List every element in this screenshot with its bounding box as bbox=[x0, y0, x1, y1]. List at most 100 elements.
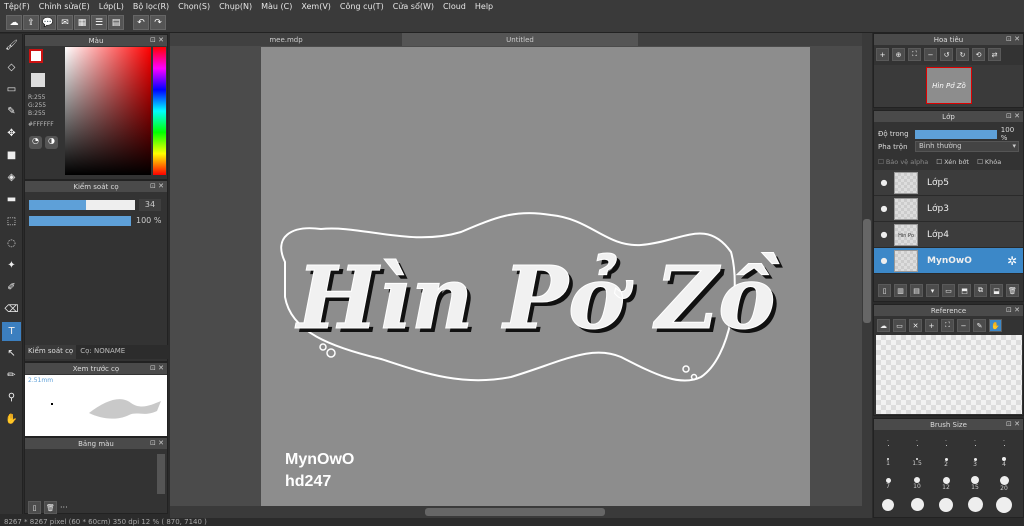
new-halftone-layer-icon[interactable]: ▥ bbox=[894, 284, 907, 297]
redo-icon[interactable]: ↷ bbox=[150, 15, 166, 30]
protect-alpha-checkbox[interactable]: ☐ bbox=[878, 158, 884, 166]
new-8bit-layer-icon[interactable]: ▤ bbox=[910, 284, 923, 297]
layer-opacity-slider[interactable] bbox=[914, 129, 997, 139]
move-tool-icon[interactable]: ✥ bbox=[2, 124, 21, 143]
panel-close-icon[interactable]: ⊡ ✕ bbox=[150, 364, 164, 372]
layer-row[interactable]: ●Hin Po Zo Lớp4 bbox=[874, 222, 1023, 248]
gradient-tool-icon[interactable]: ▬ bbox=[2, 190, 21, 209]
background-swatch[interactable] bbox=[31, 73, 45, 87]
palette-more[interactable]: ··· bbox=[60, 503, 68, 512]
palette-scrollbar[interactable] bbox=[157, 454, 165, 494]
reset-rotate-icon[interactable]: ⟲ bbox=[972, 48, 985, 61]
layer-row[interactable]: ● Lớp5 bbox=[874, 170, 1023, 196]
menu-item[interactable]: Chọn(S) bbox=[178, 2, 210, 11]
fit-screen-icon[interactable]: ⛶ bbox=[908, 48, 921, 61]
brush-size-cell[interactable]: 4 bbox=[991, 452, 1017, 473]
rect-select-tool-icon[interactable]: ▭ bbox=[2, 80, 21, 99]
hand-tool-icon[interactable]: ✋ bbox=[2, 410, 21, 429]
color-wheel-icon[interactable]: ◔ bbox=[29, 136, 42, 149]
eye-icon[interactable]: ● bbox=[874, 256, 894, 265]
gear-icon[interactable]: ✲ bbox=[1007, 254, 1017, 268]
panel-close-icon[interactable]: ⊡ ✕ bbox=[150, 182, 164, 190]
brush-size-cell[interactable]: 1.5 bbox=[904, 452, 930, 473]
tab-brush-control[interactable]: Kiểm soát cọ bbox=[25, 345, 77, 359]
fill-rect-tool-icon[interactable]: ■ bbox=[2, 146, 21, 165]
menu-item[interactable]: Chỉnh sửa(E) bbox=[39, 2, 90, 11]
eraser-tool-icon[interactable]: ◇ bbox=[2, 58, 21, 77]
horizontal-scrollbar[interactable] bbox=[170, 506, 862, 518]
navigator-thumbnail[interactable]: Hìn Pở Zồ bbox=[874, 65, 1023, 107]
tab-document-1[interactable]: mee.mdp bbox=[170, 33, 402, 46]
brush-size-cell[interactable] bbox=[875, 494, 901, 515]
brush-size-cell[interactable] bbox=[991, 494, 1017, 515]
brush-size-cell[interactable] bbox=[933, 494, 959, 515]
close-icon[interactable]: ✕ bbox=[909, 319, 922, 332]
select-pen-icon[interactable]: ✐ bbox=[2, 278, 21, 297]
undo-icon[interactable]: ↶ bbox=[133, 15, 149, 30]
menu-item[interactable]: Xem(V) bbox=[301, 2, 331, 11]
panel-close-icon[interactable]: ⊡ ✕ bbox=[1006, 35, 1020, 43]
brush-opacity-slider[interactable] bbox=[29, 216, 131, 226]
delete-palette-icon[interactable]: 🗑 bbox=[44, 501, 57, 514]
brush-size-cell[interactable]: 1 bbox=[875, 452, 901, 473]
drawing-canvas[interactable]: Hìn Pở Zồ Hìn Pở Zồ MynOwO hd247 bbox=[261, 47, 810, 506]
new-folder-dropdown-icon[interactable]: ▾ bbox=[926, 284, 939, 297]
magic-wand-icon[interactable]: ✦ bbox=[2, 256, 21, 275]
cloud-download-icon[interactable]: ☁ bbox=[877, 319, 890, 332]
reference-canvas[interactable] bbox=[876, 335, 1022, 414]
export-icon[interactable]: ⇪ bbox=[23, 15, 39, 30]
merge-down-icon[interactable]: ⬒ bbox=[958, 284, 971, 297]
zoom-out-icon[interactable]: − bbox=[924, 48, 937, 61]
select-eraser-icon[interactable]: ⌫ bbox=[2, 300, 21, 319]
brush-size-cell[interactable]: · bbox=[904, 431, 930, 452]
list-icon[interactable]: ☰ bbox=[91, 15, 107, 30]
brush-size-cell[interactable] bbox=[962, 494, 988, 515]
eye-icon[interactable]: ● bbox=[874, 204, 894, 213]
rotate-right-icon[interactable]: ↻ bbox=[956, 48, 969, 61]
layout-icon[interactable]: ▤ bbox=[108, 15, 124, 30]
new-palette-icon[interactable]: ▯ bbox=[28, 501, 41, 514]
brush-size-cell[interactable]: · bbox=[962, 431, 988, 452]
tab-document-2[interactable]: Untitled bbox=[402, 33, 638, 46]
vertical-scrollbar[interactable] bbox=[862, 33, 872, 518]
eye-icon[interactable]: ● bbox=[874, 178, 894, 187]
menu-item[interactable]: Bộ lọc(R) bbox=[133, 2, 169, 11]
flip-icon[interactable]: ⇄ bbox=[988, 48, 1001, 61]
zoom-in-icon[interactable]: + bbox=[876, 48, 889, 61]
brush-size-value[interactable]: 34 bbox=[139, 199, 161, 211]
menu-item[interactable]: Màu (C) bbox=[261, 2, 292, 11]
menu-item[interactable]: Chụp(N) bbox=[219, 2, 252, 11]
hue-slider[interactable] bbox=[153, 47, 166, 175]
menu-item[interactable]: Tệp(F) bbox=[4, 2, 30, 11]
panel-close-icon[interactable]: ⊡ ✕ bbox=[1006, 112, 1020, 120]
brush-size-cell[interactable]: · bbox=[991, 431, 1017, 452]
bucket-tool-icon[interactable]: ◈ bbox=[2, 168, 21, 187]
clipping-checkbox[interactable]: ☐ bbox=[936, 158, 942, 166]
brush-size-slider[interactable] bbox=[29, 200, 135, 210]
brush-size-cell[interactable]: 3 bbox=[962, 452, 988, 473]
select-tool-icon[interactable]: ⬚ bbox=[2, 212, 21, 231]
layer-row-selected[interactable]: ● MynOwO ✲ bbox=[874, 248, 1023, 274]
color-set-icon[interactable]: ◑ bbox=[45, 136, 58, 149]
brush-size-cell[interactable]: · bbox=[875, 431, 901, 452]
brush-size-cell[interactable]: · bbox=[933, 431, 959, 452]
lock-checkbox[interactable]: ☐ bbox=[977, 158, 983, 166]
brush-size-cell[interactable]: 2 bbox=[933, 452, 959, 473]
fit-screen-icon[interactable]: ⛶ bbox=[941, 319, 954, 332]
wand-tool-icon[interactable]: ✎ bbox=[2, 102, 21, 121]
blend-mode-select[interactable]: Bình thường ▾ bbox=[915, 141, 1019, 152]
text-tool-icon[interactable]: T bbox=[2, 322, 21, 341]
delete-layer-icon[interactable]: 🗑 bbox=[1006, 284, 1019, 297]
menu-item[interactable]: Lớp(L) bbox=[99, 2, 124, 11]
eyedropper-tool-icon[interactable]: ⚲ bbox=[2, 388, 21, 407]
panel-close-icon[interactable]: ⊡ ✕ bbox=[1006, 420, 1020, 428]
hand-icon[interactable]: ✋ bbox=[989, 319, 1002, 332]
panel-close-icon[interactable]: ⊡ ✕ bbox=[150, 439, 164, 447]
cloud-icon[interactable]: ☁ bbox=[6, 15, 22, 30]
tab-brush-name[interactable]: Cọ: NONAME bbox=[76, 345, 129, 359]
duplicate-layer-icon[interactable]: ⧉ bbox=[974, 284, 987, 297]
folder-icon[interactable]: ▭ bbox=[942, 284, 955, 297]
zoom-fit-icon[interactable]: ⊕ bbox=[892, 48, 905, 61]
zoom-out-icon[interactable]: − bbox=[957, 319, 970, 332]
layer-row[interactable]: ● Lớp3 bbox=[874, 196, 1023, 222]
